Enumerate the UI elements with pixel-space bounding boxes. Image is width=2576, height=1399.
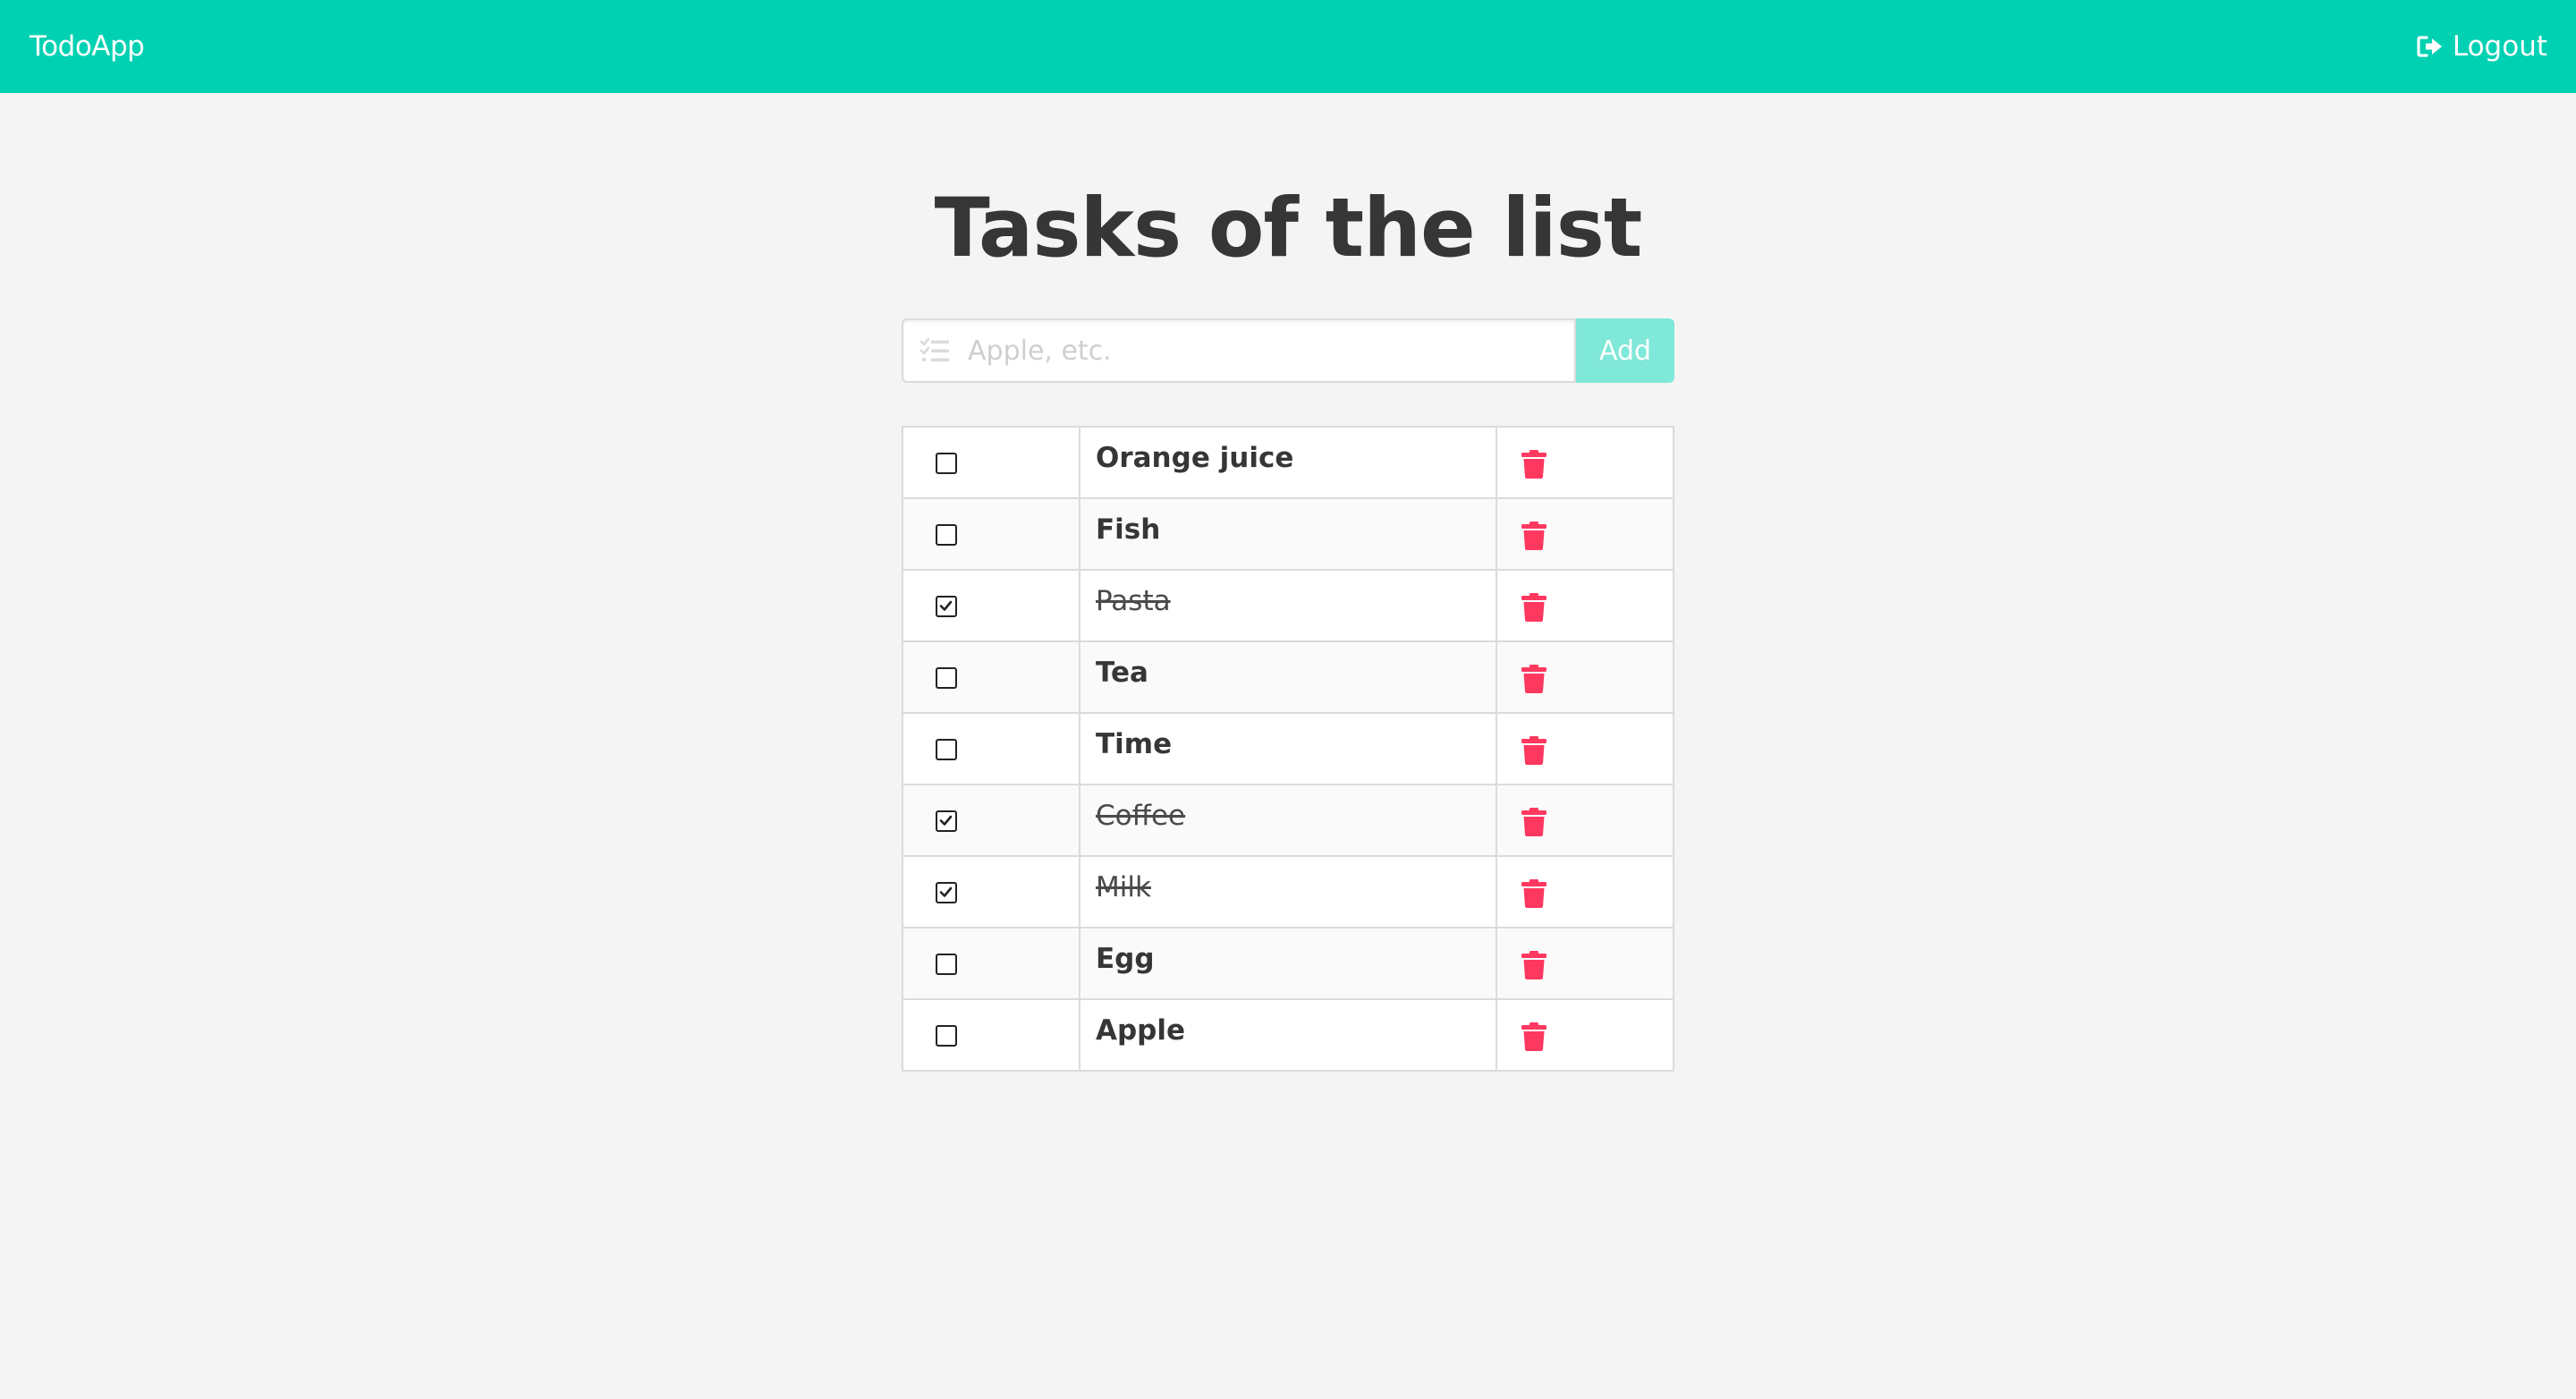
navbar: TodoApp Logout [0, 0, 2576, 93]
task-table: Orange juice Fish Pasta Tea Time Coffee Milk Eg… [902, 426, 1674, 1072]
brand-link[interactable]: TodoApp [30, 0, 145, 93]
task-row: Orange juice [902, 426, 1674, 499]
task-check-cell [902, 927, 1080, 1000]
checkbox-icon[interactable] [936, 667, 957, 689]
task-name: Egg [1079, 927, 1497, 1000]
sign-out-icon [2417, 35, 2444, 58]
checkbox-icon[interactable] [936, 739, 957, 760]
task-delete-cell [1496, 569, 1674, 642]
trash-icon[interactable] [1521, 664, 1547, 694]
task-delete-cell [1496, 426, 1674, 499]
task-check-cell [902, 712, 1080, 785]
task-name: Pasta [1079, 569, 1497, 642]
checkbox-checked-icon[interactable] [936, 882, 957, 903]
task-name: Milk [1079, 855, 1497, 928]
tasks-list-icon [919, 337, 952, 369]
checkbox-icon[interactable] [936, 524, 957, 546]
trash-icon[interactable] [1521, 521, 1547, 551]
task-name: Time [1079, 712, 1497, 785]
task-row: Egg [902, 927, 1674, 1000]
checkbox-icon[interactable] [936, 453, 957, 474]
add-task-form: Add [902, 318, 1674, 383]
trash-icon[interactable] [1521, 592, 1547, 623]
task-check-cell [902, 640, 1080, 714]
add-button[interactable]: Add [1576, 318, 1674, 383]
task-delete-cell [1496, 497, 1674, 571]
task-row: Milk [902, 855, 1674, 928]
checkbox-checked-icon[interactable] [936, 810, 957, 832]
checkbox-icon[interactable] [936, 954, 957, 975]
task-row: Tea [902, 640, 1674, 714]
trash-icon[interactable] [1521, 950, 1547, 980]
task-delete-cell [1496, 998, 1674, 1072]
page-title: Tasks of the list [934, 182, 1643, 276]
task-row: Time [902, 712, 1674, 785]
task-name: Tea [1079, 640, 1497, 714]
task-list: Orange juice Fish Pasta Tea Time Coffee Milk Eg… [902, 426, 1674, 1072]
task-row: Coffee [902, 784, 1674, 857]
checkbox-checked-icon[interactable] [936, 596, 957, 617]
trash-icon[interactable] [1521, 878, 1547, 909]
task-check-cell [902, 497, 1080, 571]
task-name: Apple [1079, 998, 1497, 1072]
task-delete-cell [1496, 712, 1674, 785]
task-check-cell [902, 998, 1080, 1072]
task-delete-cell [1496, 640, 1674, 714]
trash-icon[interactable] [1521, 807, 1547, 837]
checkbox-icon[interactable] [936, 1025, 957, 1047]
task-check-cell [902, 569, 1080, 642]
task-delete-cell [1496, 855, 1674, 928]
task-delete-cell [1496, 784, 1674, 857]
task-name: Orange juice [1079, 426, 1497, 499]
task-input-wrapper [902, 318, 1576, 383]
task-row: Apple [902, 998, 1674, 1072]
task-check-cell [902, 855, 1080, 928]
logout-button[interactable]: Logout [2417, 0, 2547, 93]
task-row: Fish [902, 497, 1674, 571]
logout-label: Logout [2452, 30, 2547, 63]
task-row: Pasta [902, 569, 1674, 642]
trash-icon[interactable] [1521, 449, 1547, 479]
task-delete-cell [1496, 927, 1674, 1000]
trash-icon[interactable] [1521, 735, 1547, 766]
task-input[interactable] [968, 320, 1558, 381]
task-name: Fish [1079, 497, 1497, 571]
task-check-cell [902, 426, 1080, 499]
task-check-cell [902, 784, 1080, 857]
task-name: Coffee [1079, 784, 1497, 857]
trash-icon[interactable] [1521, 1022, 1547, 1052]
